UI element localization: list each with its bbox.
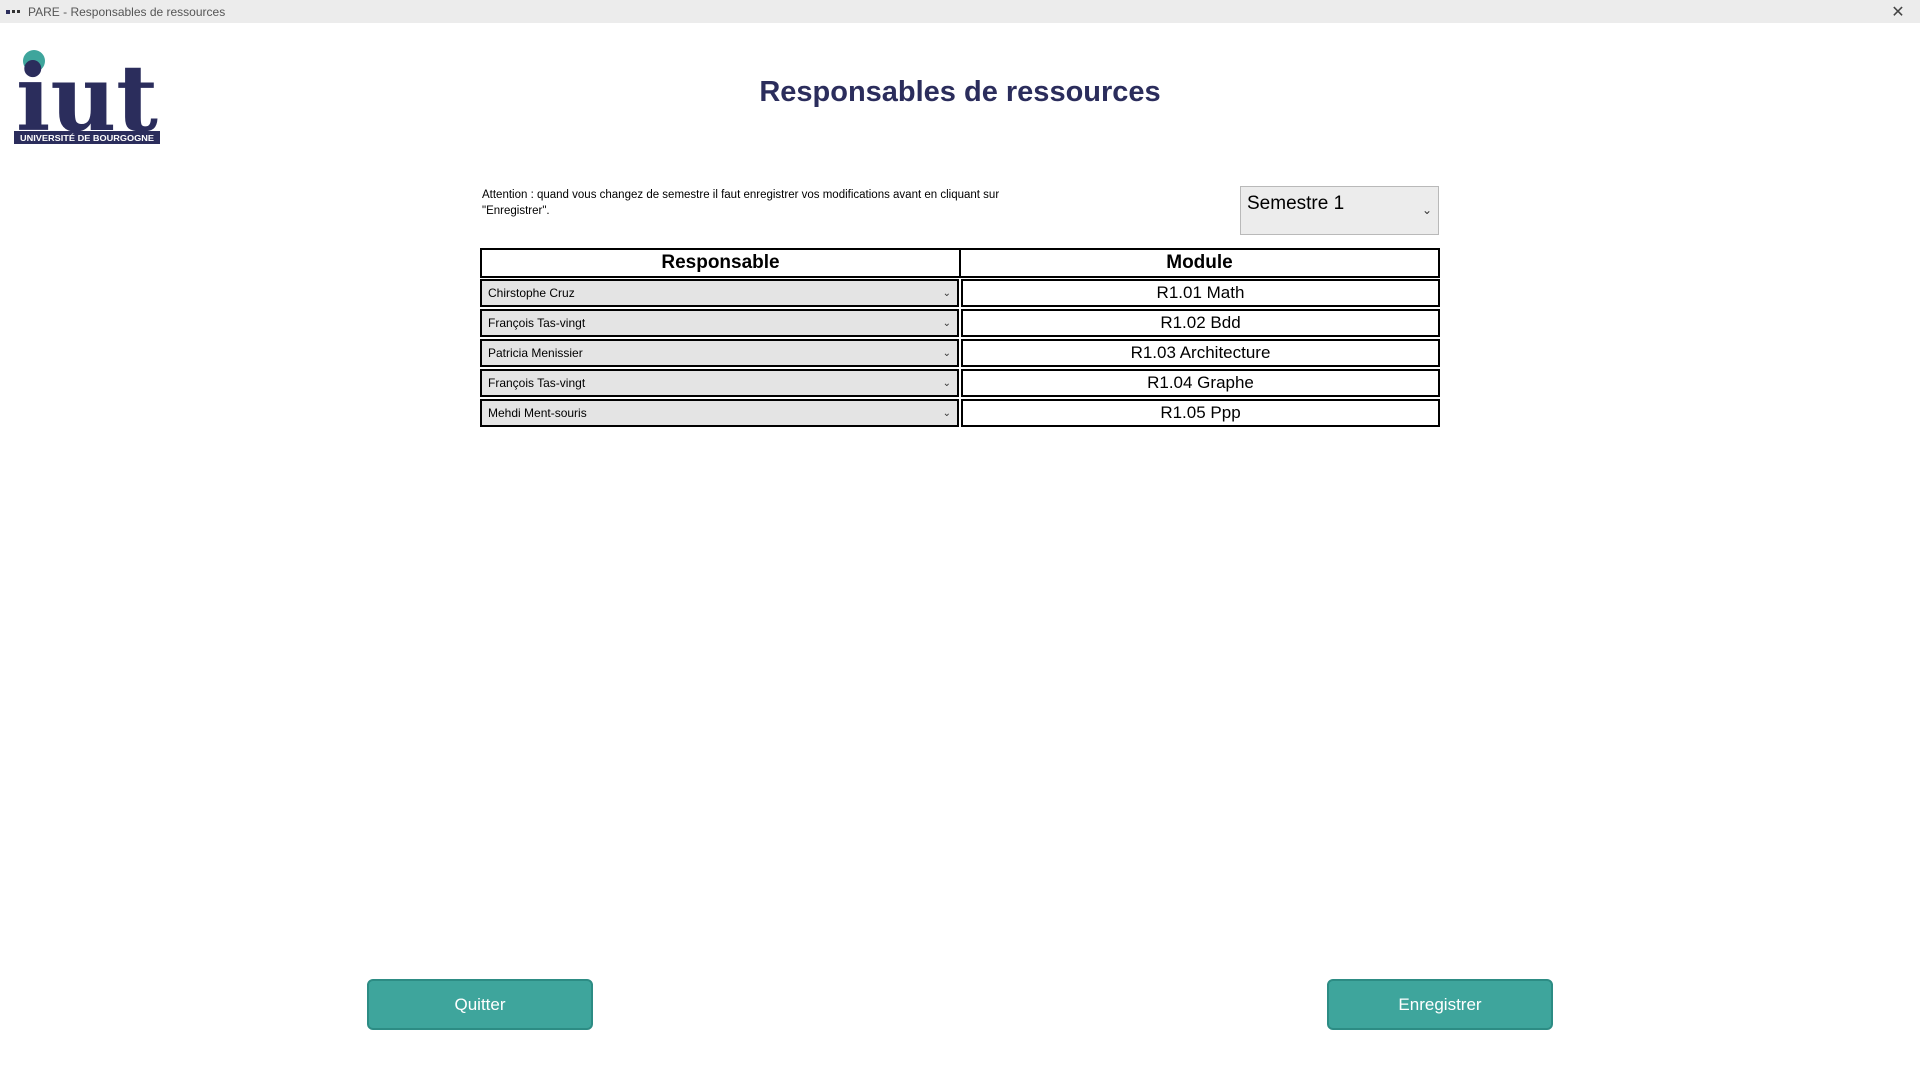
responsable-select[interactable]: Chirstophe Cruz ⌄ (480, 279, 959, 307)
title-bar: PARE - Responsables de ressources ✕ (0, 0, 1920, 23)
app-icon (6, 7, 20, 17)
warning-text: Attention : quand vous changez de semest… (482, 189, 1000, 217)
column-header-module: Module (961, 248, 1440, 278)
quit-button[interactable]: Quitter (367, 979, 593, 1030)
table-header: Responsable Module (480, 248, 1440, 278)
responsable-select-value: François Tas-vingt (488, 376, 586, 390)
chevron-down-icon: ⌄ (1421, 203, 1432, 217)
module-cell: R1.05 Ppp (961, 399, 1440, 427)
semester-select[interactable]: Semestre 1 ⌄ (1240, 186, 1439, 235)
responsable-select-value: Chirstophe Cruz (488, 286, 575, 300)
responsable-select[interactable]: Patricia Menissier ⌄ (480, 339, 959, 367)
module-cell: R1.03 Architecture (961, 339, 1440, 367)
semester-select-value: Semestre 1 (1247, 193, 1345, 214)
chevron-down-icon: ⌄ (942, 288, 951, 299)
save-button[interactable]: Enregistrer (1327, 979, 1553, 1030)
chevron-down-icon: ⌄ (942, 318, 951, 329)
table-row: Mehdi Ment-souris ⌄ R1.05 Ppp (480, 398, 1440, 428)
responsable-select[interactable]: François Tas-vingt ⌄ (480, 369, 959, 397)
responsable-select-value: Mehdi Ment-souris (488, 406, 587, 420)
chevron-down-icon: ⌄ (942, 348, 951, 359)
chevron-down-icon: ⌄ (942, 408, 951, 419)
assignment-table: Responsable Module Chirstophe Cruz ⌄ R1.… (480, 248, 1440, 428)
responsable-select-value: Patricia Menissier (488, 346, 583, 360)
module-cell: R1.02 Bdd (961, 309, 1440, 337)
column-header-responsable: Responsable (480, 248, 961, 278)
responsable-select[interactable]: François Tas-vingt ⌄ (480, 309, 959, 337)
table-row: Chirstophe Cruz ⌄ R1.01 Math (480, 278, 1440, 308)
module-cell: R1.04 Graphe (961, 369, 1440, 397)
chevron-down-icon: ⌄ (942, 378, 951, 389)
table-row: François Tas-vingt ⌄ R1.04 Graphe (480, 368, 1440, 398)
responsable-select[interactable]: Mehdi Ment-souris ⌄ (480, 399, 959, 427)
module-cell: R1.01 Math (961, 279, 1440, 307)
responsable-select-value: François Tas-vingt (488, 316, 586, 330)
window-title: PARE - Responsables de ressources (28, 4, 226, 19)
logo-subtitle: UNIVERSITÉ DE BOURGOGNE (20, 134, 155, 143)
table-row: François Tas-vingt ⌄ R1.02 Bdd (480, 308, 1440, 338)
table-row: Patricia Menissier ⌄ R1.03 Architecture (480, 338, 1440, 368)
close-button[interactable]: ✕ (1882, 0, 1914, 23)
page-title: Responsables de ressources (759, 76, 1161, 108)
